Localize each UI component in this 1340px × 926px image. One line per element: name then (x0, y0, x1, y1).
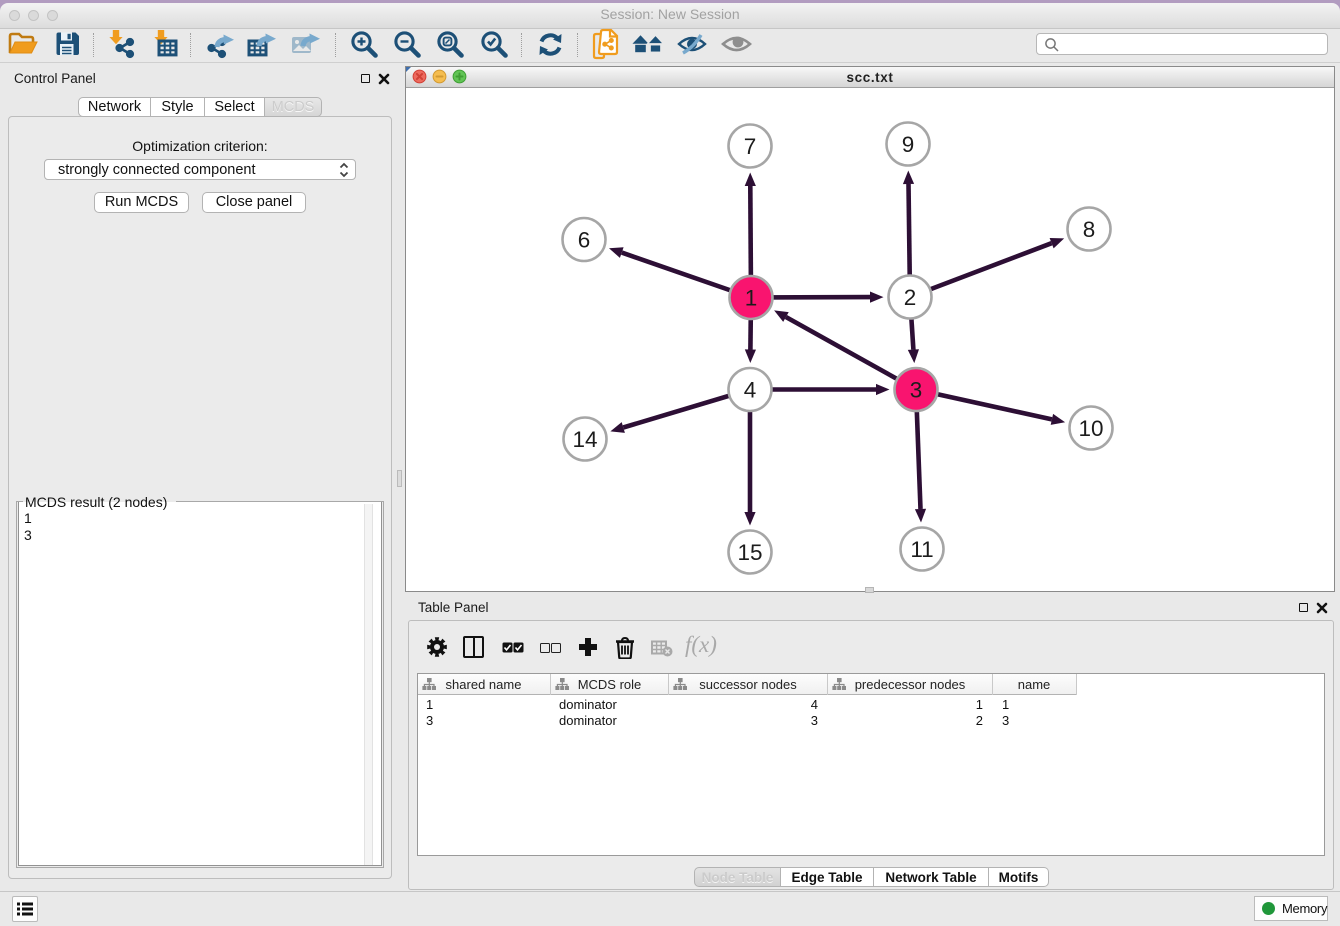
svg-text:1: 1 (745, 286, 758, 311)
svg-text:4: 4 (744, 378, 757, 403)
svg-text:11: 11 (910, 537, 933, 562)
svg-text:2: 2 (904, 285, 917, 310)
svg-text:6: 6 (578, 228, 591, 253)
svg-text:10: 10 (1078, 416, 1103, 441)
svg-text:15: 15 (737, 540, 762, 565)
svg-text:7: 7 (744, 134, 757, 159)
svg-text:8: 8 (1083, 217, 1096, 242)
svg-text:14: 14 (572, 427, 597, 452)
svg-text:9: 9 (902, 132, 915, 157)
svg-text:3: 3 (910, 378, 923, 403)
